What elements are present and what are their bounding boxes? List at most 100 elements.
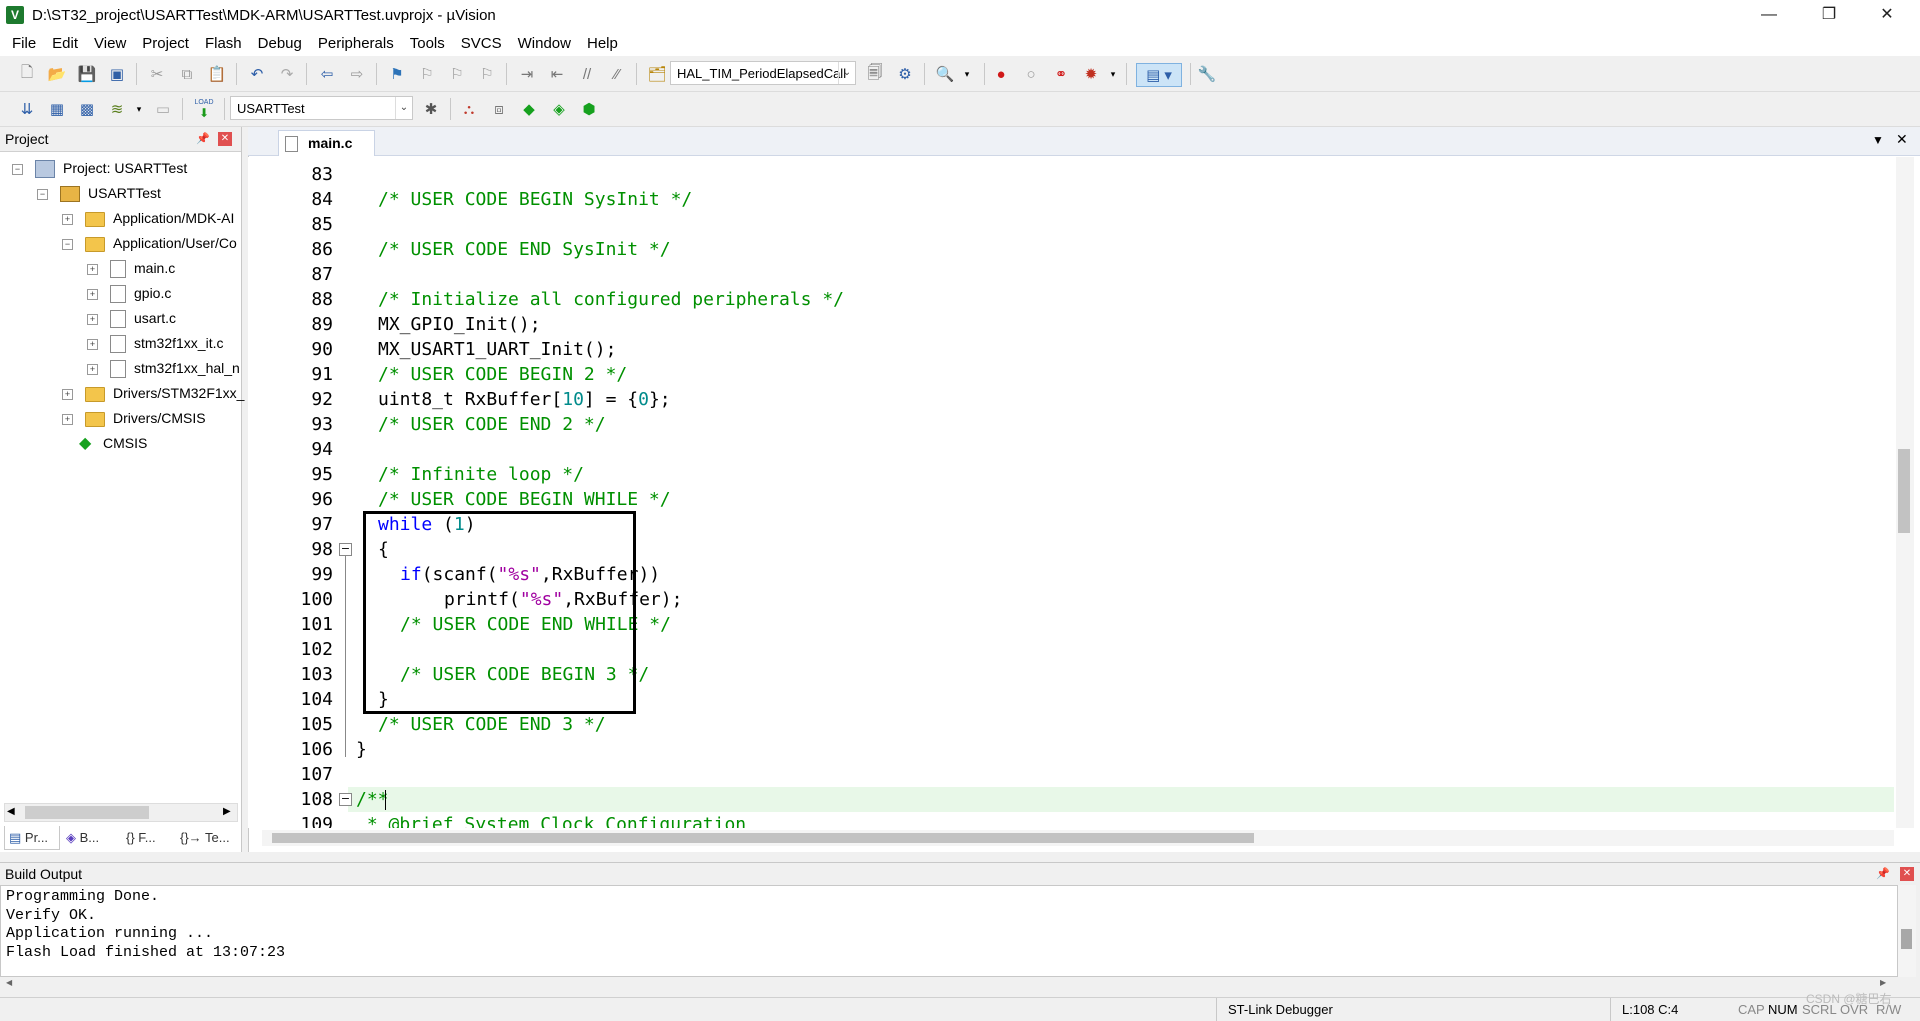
menu-file[interactable]: File bbox=[0, 35, 44, 52]
device-database-icon[interactable]: ⬢ bbox=[578, 98, 600, 120]
clear-bookmarks-icon[interactable]: ⚐ bbox=[476, 63, 498, 85]
menu-svcs[interactable]: SVCS bbox=[453, 35, 510, 52]
prev-bookmark-icon[interactable]: ⚐ bbox=[416, 63, 438, 85]
undo-icon[interactable]: ↶ bbox=[246, 63, 268, 85]
scroll-thumb[interactable] bbox=[1901, 929, 1912, 949]
editor-vscrollbar[interactable] bbox=[1896, 157, 1914, 828]
chevron-down-icon[interactable]: ▾ bbox=[128, 98, 150, 120]
close-pane-icon[interactable]: ✕ bbox=[218, 132, 232, 146]
scroll-thumb[interactable] bbox=[272, 833, 1254, 843]
chevron-down-icon[interactable]: ⌄ bbox=[838, 62, 855, 84]
expand-icon[interactable]: + bbox=[62, 413, 73, 425]
tab-functions[interactable]: {} F... bbox=[122, 826, 174, 850]
window-layout-icon[interactable]: ▤ ▾ bbox=[1136, 63, 1182, 87]
indent-icon[interactable]: ⇥ bbox=[516, 63, 538, 85]
collapse-icon[interactable]: − bbox=[37, 188, 48, 200]
tree-item-file[interactable]: + gpio.c bbox=[87, 281, 171, 306]
translate-icon[interactable]: ⇊ bbox=[16, 98, 38, 120]
code-editor[interactable]: 83 84 /* USER CODE BEGIN SysInit */ 85 86… bbox=[248, 157, 1894, 828]
enable-breakpoint-icon[interactable]: ○ bbox=[1020, 63, 1042, 85]
chevron-down-icon[interactable]: ▾ bbox=[1102, 63, 1124, 85]
tab-books[interactable]: ◈ B... bbox=[62, 826, 118, 850]
comment-icon[interactable]: // bbox=[576, 63, 598, 85]
menu-tools[interactable]: Tools bbox=[402, 35, 453, 52]
scroll-thumb[interactable] bbox=[25, 806, 149, 819]
tree-item-file[interactable]: + stm32f1xx_it.c bbox=[87, 331, 223, 356]
tree-item-file[interactable]: + stm32f1xx_hal_n bbox=[87, 356, 240, 381]
project-hscrollbar[interactable]: ◀ ▶ bbox=[4, 803, 238, 822]
menu-help[interactable]: Help bbox=[579, 35, 626, 52]
pack-installer-icon[interactable]: ◈ bbox=[548, 98, 570, 120]
expand-icon[interactable]: + bbox=[62, 388, 73, 400]
expand-icon[interactable]: + bbox=[87, 263, 98, 275]
close-window-button[interactable]: ✕ bbox=[1858, 0, 1916, 30]
fold-collapse-icon[interactable]: − bbox=[339, 793, 352, 806]
scroll-left-icon[interactable]: ◀ bbox=[7, 806, 15, 817]
download-icon[interactable]: LOAD ⬇ bbox=[190, 98, 218, 120]
manage-project-items-icon[interactable]: ⛬ bbox=[458, 98, 480, 120]
target-combo[interactable]: USARTTest ⌄ bbox=[230, 96, 413, 120]
replace-icon[interactable]: ⚙ bbox=[894, 63, 916, 85]
bookmark-icon[interactable]: ⚑ bbox=[386, 63, 408, 85]
close-pane-icon[interactable]: ✕ bbox=[1900, 867, 1914, 881]
select-packs-icon[interactable]: ⧈ bbox=[488, 98, 510, 120]
chevron-down-icon[interactable]: ▾ bbox=[956, 63, 978, 85]
new-file-icon[interactable]: 🗋 bbox=[16, 63, 38, 85]
tab-list-dropdown-icon[interactable]: ▼ bbox=[1872, 133, 1884, 147]
expand-icon[interactable]: + bbox=[87, 288, 98, 300]
menu-edit[interactable]: Edit bbox=[44, 35, 86, 52]
redo-icon[interactable]: ↷ bbox=[276, 63, 298, 85]
stop-build-icon[interactable]: ▭ bbox=[152, 98, 174, 120]
kill-breakpoints-icon[interactable]: ✹ bbox=[1080, 63, 1102, 85]
tree-item-file[interactable]: + main.c bbox=[87, 256, 175, 281]
find-icon[interactable]: 🗐 bbox=[864, 63, 886, 85]
configure-icon[interactable]: 🔧 bbox=[1196, 63, 1218, 85]
expand-icon[interactable]: + bbox=[87, 338, 98, 350]
tab-main-c[interactable]: main.c bbox=[278, 130, 375, 156]
next-bookmark-icon[interactable]: ⚐ bbox=[446, 63, 468, 85]
pin-icon[interactable]: 📌 bbox=[196, 127, 210, 151]
expand-icon[interactable]: + bbox=[87, 363, 98, 375]
expand-icon[interactable]: + bbox=[87, 313, 98, 325]
cut-icon[interactable]: ✂ bbox=[146, 63, 168, 85]
paste-icon[interactable]: 📋 bbox=[206, 63, 228, 85]
expand-icon[interactable]: + bbox=[62, 213, 73, 225]
editor-hscrollbar[interactable] bbox=[262, 830, 1894, 846]
fold-collapse-icon[interactable]: − bbox=[339, 543, 352, 556]
chevron-down-icon[interactable]: ⌄ bbox=[395, 97, 412, 119]
copy-icon[interactable]: ⧉ bbox=[176, 63, 198, 85]
tree-item-group[interactable]: + Drivers/CMSIS bbox=[62, 406, 206, 431]
scroll-right-icon[interactable]: ▶ bbox=[1880, 978, 1886, 987]
tree-item-project[interactable]: − Project: USARTTest bbox=[12, 156, 187, 181]
rebuild-icon[interactable]: ▩ bbox=[76, 98, 98, 120]
scroll-thumb[interactable] bbox=[1898, 449, 1910, 533]
menu-flash[interactable]: Flash bbox=[197, 35, 250, 52]
search-icon[interactable]: 🔍 bbox=[934, 63, 956, 85]
tree-item-group[interactable]: + Application/MDK-AI bbox=[62, 206, 234, 231]
uncomment-icon[interactable]: ⁄⁄ bbox=[606, 63, 628, 85]
tree-item-group[interactable]: − Application/User/Co bbox=[62, 231, 237, 256]
menu-peripherals[interactable]: Peripherals bbox=[310, 35, 402, 52]
collapse-icon[interactable]: − bbox=[62, 238, 73, 250]
menu-project[interactable]: Project bbox=[134, 35, 197, 52]
tab-templates[interactable]: {}→ Te... bbox=[176, 826, 236, 850]
menu-view[interactable]: View bbox=[86, 35, 134, 52]
batch-build-icon[interactable]: ≋ bbox=[106, 98, 128, 120]
minimize-button[interactable]: — bbox=[1740, 0, 1798, 30]
collapse-icon[interactable]: − bbox=[12, 163, 23, 175]
menu-window[interactable]: Window bbox=[510, 35, 579, 52]
scroll-left-icon[interactable]: ◀ bbox=[6, 978, 12, 987]
insert-breakpoint-icon[interactable]: ● bbox=[990, 63, 1012, 85]
tree-item-component[interactable]: ◆ CMSIS bbox=[79, 431, 147, 456]
find-in-files-icon[interactable]: 🗂 bbox=[646, 63, 668, 85]
unindent-icon[interactable]: ⇤ bbox=[546, 63, 568, 85]
open-file-icon[interactable]: 📂 bbox=[46, 63, 68, 85]
restore-button[interactable]: ❐ bbox=[1800, 0, 1858, 30]
save-all-icon[interactable]: ▣ bbox=[106, 63, 128, 85]
tree-item-group[interactable]: + Drivers/STM32F1xx_ bbox=[62, 381, 244, 406]
tab-project[interactable]: ▤ Pr... bbox=[4, 826, 60, 850]
navigate-forward-icon[interactable]: ⇨ bbox=[346, 63, 368, 85]
scroll-right-icon[interactable]: ▶ bbox=[223, 806, 231, 817]
pin-icon[interactable]: 📌 bbox=[1876, 863, 1890, 885]
target-options-icon[interactable]: ✱ bbox=[420, 98, 442, 120]
